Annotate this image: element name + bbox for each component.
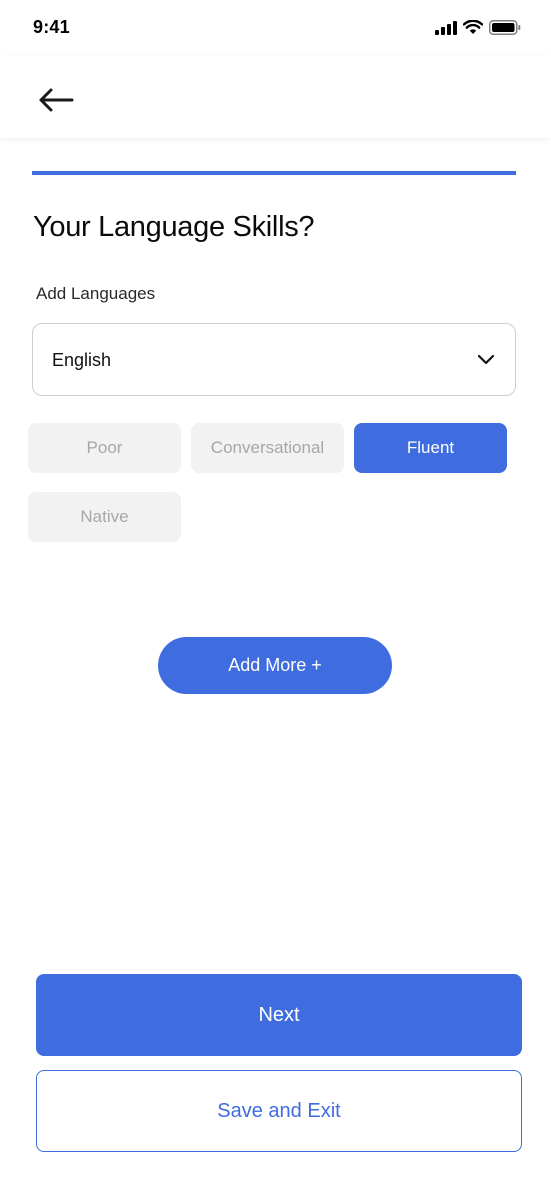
battery-icon xyxy=(489,20,521,40)
status-icons xyxy=(435,19,521,40)
arrow-left-icon xyxy=(38,88,74,117)
status-bar: 9:41 xyxy=(0,0,551,56)
page-title: Your Language Skills? xyxy=(33,211,315,243)
proficiency-chip-native[interactable]: Native xyxy=(28,492,181,542)
save-and-exit-button[interactable]: Save and Exit xyxy=(36,1070,522,1152)
progress-bar-fill xyxy=(32,171,516,175)
chevron-down-icon xyxy=(477,351,495,374)
cellular-signal-icon xyxy=(435,20,457,40)
add-languages-label: Add Languages xyxy=(36,284,156,303)
proficiency-chip-conversational[interactable]: Conversational xyxy=(191,423,344,473)
next-button[interactable]: Next xyxy=(36,974,522,1056)
proficiency-chip-poor[interactable]: Poor xyxy=(28,423,181,473)
top-nav-bar xyxy=(0,56,551,138)
language-select-value: English xyxy=(52,350,112,370)
progress-bar xyxy=(32,171,516,175)
add-more-button[interactable]: Add More + xyxy=(158,637,392,694)
back-button[interactable] xyxy=(34,84,78,120)
wifi-icon xyxy=(462,19,484,40)
proficiency-chip-fluent[interactable]: Fluent xyxy=(354,423,507,473)
status-time: 9:41 xyxy=(33,17,70,37)
language-select[interactable]: English xyxy=(32,323,516,396)
